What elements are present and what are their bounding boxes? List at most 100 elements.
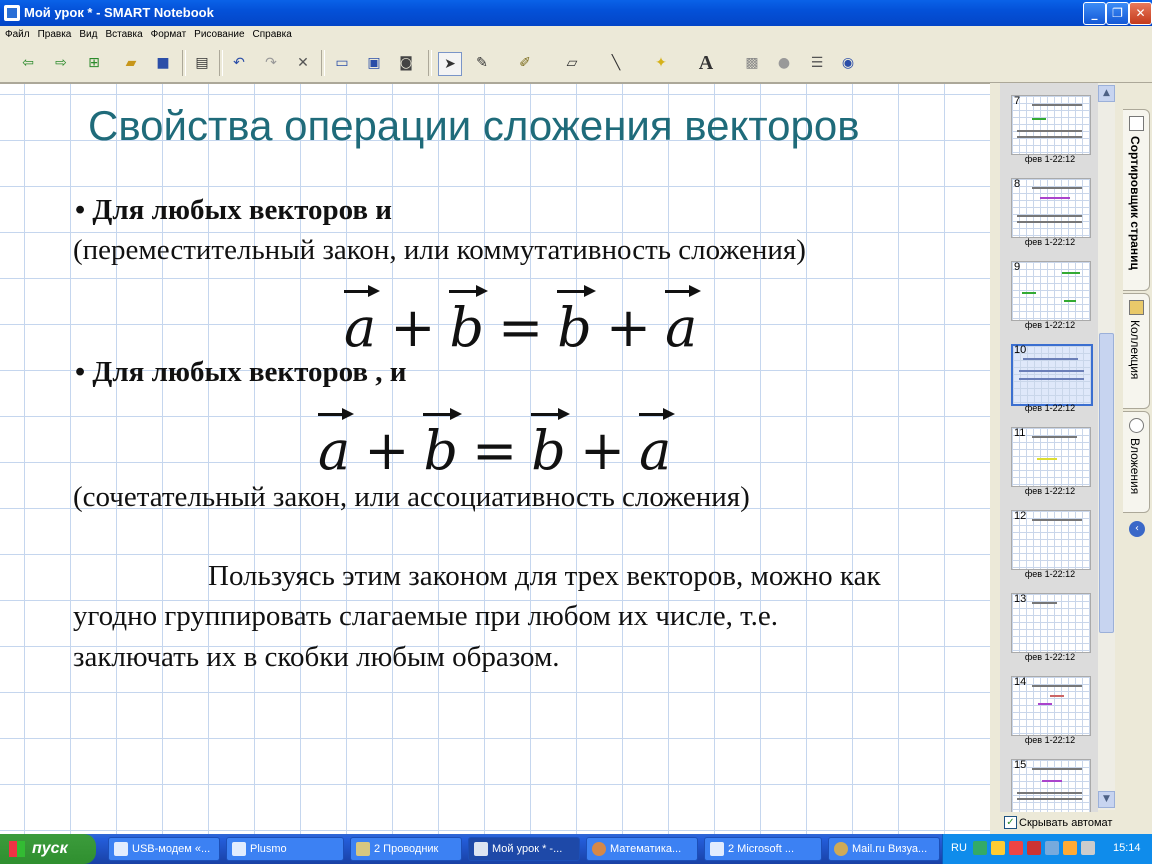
fill-icon[interactable]: ▩ — [741, 52, 763, 74]
menu-format[interactable]: Формат — [146, 26, 190, 40]
menu-edit[interactable]: Правка — [33, 26, 75, 40]
undo-icon[interactable]: ↶ — [228, 52, 250, 74]
tray-icon[interactable] — [1027, 841, 1041, 855]
plus-1: + — [390, 296, 436, 359]
tray-icon[interactable] — [1009, 841, 1023, 855]
bullet-2-text: • Для любых векторов , и — [75, 356, 407, 388]
vector-a-1: a — [344, 285, 381, 359]
page-thumbnail[interactable]: 12 фев 1-22:12 — [1011, 510, 1091, 580]
back-icon[interactable]: ⇦ — [17, 52, 39, 74]
task-firefox[interactable]: Математика... — [586, 837, 698, 861]
formula-commutative: a + b = b + a — [344, 285, 702, 359]
tray-icon[interactable] — [991, 841, 1005, 855]
paragraph-line-3: заключать их в скобки любым образом. — [73, 641, 560, 673]
page-thumbnail[interactable]: 14 фев 1-22:12 — [1011, 676, 1091, 746]
minimize-button[interactable]: _ — [1083, 2, 1106, 25]
task-microsoft-word[interactable]: 2 Microsoft ... — [704, 837, 822, 861]
tab-attachments-label: Вложения — [1128, 438, 1142, 495]
page-number: 8 — [1014, 178, 1021, 190]
select-icon[interactable]: ➤ — [438, 52, 462, 76]
plus-2: + — [605, 296, 652, 359]
paste-icon[interactable]: ▤ — [191, 52, 213, 74]
capture-icon[interactable]: ◙ — [395, 52, 417, 74]
task-label: 2 Проводник — [374, 843, 439, 855]
delete-icon[interactable]: ✕ — [292, 52, 314, 74]
page-number: 10 — [1014, 344, 1027, 356]
scroll-up-icon[interactable]: ▲ — [1098, 85, 1115, 102]
text-icon[interactable]: A — [695, 52, 717, 74]
line-icon[interactable]: ╲ — [605, 52, 627, 74]
taskbar: пуск USB-модем «... Plusmo 2 Проводник М… — [0, 834, 1152, 864]
close-button[interactable]: ✕ — [1129, 2, 1152, 25]
notebook-canvas[interactable]: Свойства операции сложения векторов • Дл… — [0, 83, 990, 835]
restore-button[interactable]: ❐ — [1106, 2, 1129, 25]
task-label: Mail.ru Визуа... — [852, 843, 928, 855]
task-usb-modem[interactable]: USB-модем «... — [108, 837, 220, 861]
task-label: 2 Microsoft ... — [728, 843, 795, 855]
task-plusmo[interactable]: Plusmo — [226, 837, 344, 861]
side-tabs: Сортировщик страниц Коллекция Вложения — [1120, 83, 1152, 834]
menu-help[interactable]: Справка — [248, 26, 295, 40]
shapes-icon[interactable]: ● — [773, 52, 795, 74]
task-explorer[interactable]: 2 Проводник — [350, 837, 462, 861]
collapse-panel-icon[interactable]: ‹ — [1129, 521, 1145, 537]
redo-icon[interactable]: ↷ — [260, 52, 282, 74]
task-mailru[interactable]: Mail.ru Визуа... — [828, 837, 940, 861]
menu-insert[interactable]: Вставка — [100, 26, 145, 40]
window-title: Мой урок * - SMART Notebook — [24, 5, 214, 20]
page-thumbnail[interactable]: 11 фев 1-22:12 — [1011, 427, 1091, 497]
smart-notebook-icon — [4, 5, 20, 21]
page-sorter-scrollbar[interactable]: ▲ ▼ — [1098, 83, 1115, 810]
vector-a-3: a — [318, 408, 355, 482]
pen-icon[interactable]: ✎ — [471, 52, 493, 74]
page-date: фев 1-22:12 — [1024, 237, 1076, 247]
tray-icon[interactable] — [1045, 841, 1059, 855]
table-icon[interactable]: ☰ — [806, 52, 828, 74]
start-button[interactable]: пуск — [0, 834, 96, 864]
page-number: 14 — [1014, 676, 1027, 688]
screen-shade-icon[interactable]: ▭ — [331, 52, 353, 74]
creative-pen-icon[interactable]: ✐ — [514, 52, 536, 74]
chrome-icon — [834, 842, 848, 856]
autohide-option[interactable]: ✓ Скрывать автомат — [1000, 812, 1120, 834]
more-icon[interactable]: ◉ — [837, 52, 859, 74]
page-thumbnail[interactable]: 7 фев 1-22:12 — [1011, 95, 1091, 165]
scrollbar-thumb[interactable] — [1099, 333, 1114, 633]
full-screen-icon[interactable]: ▣ — [363, 52, 385, 74]
menu-view[interactable]: Вид — [74, 26, 100, 40]
page-thumbnail[interactable]: 13 фев 1-22:12 — [1011, 593, 1091, 663]
tab-gallery[interactable]: Коллекция — [1123, 293, 1150, 409]
page-date: фев 1-22:12 — [1024, 154, 1076, 164]
network-icon[interactable] — [1081, 841, 1095, 855]
panel-splitter[interactable] — [990, 83, 1000, 834]
page-thumbnail-current[interactable]: 10 фев 1-22:12 — [1011, 344, 1093, 414]
autohide-checkbox[interactable]: ✓ — [1004, 816, 1017, 829]
toolbar: ⇦ ⇨ ⊞ ▰ ■ ▤ ↶ ↷ ✕ ▭ ▣ ◙ ➤ ✎ ✐ ▱ ╲ ✦ A ▩ … — [0, 44, 1152, 83]
bullet-1-text: • Для любых векторов и — [75, 194, 393, 226]
tab-attachments[interactable]: Вложения — [1123, 411, 1150, 513]
tab-page-sorter[interactable]: Сортировщик страниц — [1123, 109, 1150, 291]
menu-file[interactable]: Файл — [0, 26, 33, 40]
page-thumbnail[interactable]: 9 фев 1-22:12 — [1011, 261, 1091, 331]
eraser-icon[interactable]: ▱ — [561, 52, 583, 74]
add-page-icon[interactable]: ⊞ — [83, 52, 105, 74]
folder-icon — [356, 842, 370, 856]
vector-a-2: a — [665, 285, 702, 359]
open-icon[interactable]: ▰ — [120, 52, 142, 74]
page-date: фев 1-22:12 — [1024, 320, 1076, 330]
menu-draw[interactable]: Рисование — [189, 26, 247, 40]
forward-icon[interactable]: ⇨ — [50, 52, 72, 74]
equals-2: = — [472, 419, 518, 482]
task-label: Plusmo — [250, 843, 287, 855]
task-smart-notebook[interactable]: Мой урок * -... — [468, 837, 580, 861]
scroll-down-icon[interactable]: ▼ — [1098, 791, 1115, 808]
tray-icon[interactable] — [1063, 841, 1077, 855]
page-thumbnail[interactable]: 8 фев 1-22:12 — [1011, 178, 1091, 248]
system-tray: RU 15:14 — [942, 834, 1152, 864]
page-date: фев 1-22:12 — [1024, 735, 1076, 745]
magic-pen-icon[interactable]: ✦ — [650, 52, 672, 74]
save-icon[interactable]: ■ — [152, 52, 174, 74]
language-indicator[interactable]: RU — [951, 842, 967, 854]
vector-b-3: b — [423, 408, 462, 482]
tray-icon[interactable] — [973, 841, 987, 855]
